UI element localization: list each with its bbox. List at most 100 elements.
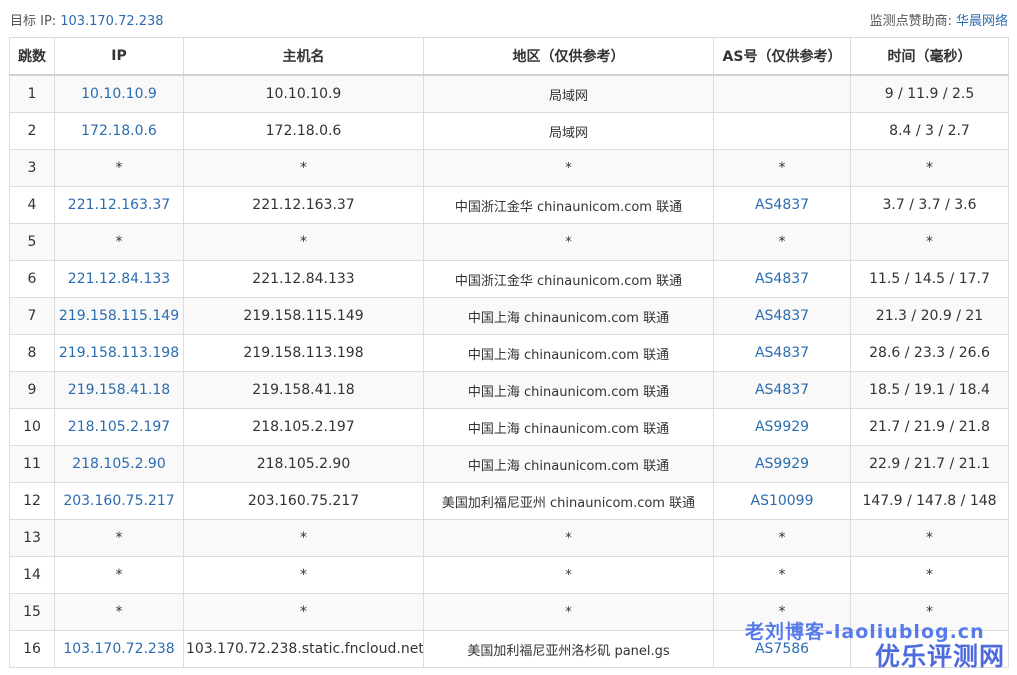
column-header-hop: 跳数 — [9, 37, 55, 76]
ip-cell: 10.10.10.9 — [54, 74, 184, 113]
table-row: 2 172.18.0.6 172.18.0.6 局域网 8.4 / 3 / 2.7 — [9, 112, 1009, 150]
table-row: 8 219.158.113.198 219.158.113.198 中国上海 chin… — [9, 334, 1009, 372]
time-cell: * — [850, 223, 1009, 261]
table-row: 10 218.105.2.197 218.105.2.197 中国上海 chinaun… — [9, 408, 1009, 446]
ip-link[interactable]: 221.12.163.37 — [68, 197, 170, 213]
table-header-row: 跳数 IP 主机名 地区（仅供参考） AS号（仅供参考） 时间（毫秒） — [9, 37, 1009, 76]
ip-cell: * — [54, 593, 184, 631]
time-cell: 21.3 / 20.9 / 21 — [850, 297, 1009, 335]
ip-link[interactable]: 10.10.10.9 — [81, 86, 157, 102]
region-cell: 美国加利福尼亚州 chinaunicom.com 联通 — [423, 482, 714, 520]
ip-cell: 203.160.75.217 — [54, 482, 184, 520]
time-cell: 28.6 / 23.3 / 26.6 — [850, 334, 1009, 372]
time-cell: * — [850, 149, 1009, 187]
region-cell: 中国浙江金华 chinaunicom.com 联通 — [423, 186, 714, 224]
ip-link[interactable]: 219.158.41.18 — [68, 382, 170, 398]
as-cell: AS4837 — [713, 186, 851, 224]
region-cell: 美国加利福尼亚州洛杉矶 panel.gs — [423, 630, 714, 668]
as-cell: AS4837 — [713, 297, 851, 335]
hostname-cell: 218.105.2.90 — [183, 445, 424, 483]
sponsor-label: 监测点赞助商: — [869, 13, 952, 29]
as-cell: * — [713, 519, 851, 557]
region-cell: * — [423, 149, 714, 187]
ip-link[interactable]: 219.158.115.149 — [59, 308, 179, 324]
hostname-cell: * — [183, 223, 424, 261]
hostname-cell: 219.158.113.198 — [183, 334, 424, 372]
as-cell — [713, 74, 851, 113]
hop-cell: 11 — [9, 445, 55, 483]
as-cell: * — [713, 149, 851, 187]
hostname-cell: 172.18.0.6 — [183, 112, 424, 150]
hostname-cell: * — [183, 519, 424, 557]
ip-link[interactable]: 218.105.2.90 — [72, 456, 166, 472]
sponsor-info: 监测点赞助商: 华晨网络 — [870, 10, 1008, 29]
hop-cell: 12 — [9, 482, 55, 520]
hop-cell: 13 — [9, 519, 55, 557]
as-link[interactable]: AS9929 — [755, 456, 809, 472]
as-link[interactable]: AS4837 — [755, 271, 809, 287]
hostname-cell: * — [183, 149, 424, 187]
hop-cell: 5 — [9, 223, 55, 261]
ip-link[interactable]: 221.12.84.133 — [68, 271, 170, 287]
ip-cell: * — [54, 149, 184, 187]
as-cell: * — [713, 223, 851, 261]
as-link[interactable]: AS4837 — [755, 308, 809, 324]
time-cell: * — [850, 556, 1009, 594]
as-link[interactable]: AS7586 — [755, 641, 809, 657]
column-header-ip: IP — [54, 37, 184, 76]
target-ip-label: 目标 IP: — [10, 13, 57, 29]
ip-cell: 103.170.72.238 — [54, 630, 184, 668]
as-cell: AS9929 — [713, 445, 851, 483]
table-row: 12 203.160.75.217 203.160.75.217 美国加利福尼亚州 c… — [9, 482, 1009, 520]
as-cell: AS4837 — [713, 371, 851, 409]
as-link[interactable]: AS4837 — [755, 382, 809, 398]
table-row: 14 * * * * * — [9, 556, 1009, 594]
hostname-cell: 221.12.84.133 — [183, 260, 424, 298]
hostname-cell: 10.10.10.9 — [183, 74, 424, 113]
table-row: 4 221.12.163.37 221.12.163.37 中国浙江金华 chinau… — [9, 186, 1009, 224]
traceroute-table: 跳数 IP 主机名 地区（仅供参考） AS号（仅供参考） 时间（毫秒） 1 10.… — [9, 37, 1009, 668]
hop-cell: 6 — [9, 260, 55, 298]
as-cell: * — [713, 556, 851, 594]
time-cell: 21.7 / 21.9 / 21.8 — [850, 408, 1009, 446]
column-header-as: AS号（仅供参考） — [713, 37, 851, 76]
ip-cell: 172.18.0.6 — [54, 112, 184, 150]
time-cell: * — [850, 519, 1009, 557]
region-cell: 局域网 — [423, 74, 714, 113]
hostname-cell: 103.170.72.238.static.fncloud.net — [183, 630, 424, 668]
as-link[interactable]: AS4837 — [755, 197, 809, 213]
ip-link[interactable]: 218.105.2.197 — [68, 419, 170, 435]
ip-cell: 221.12.84.133 — [54, 260, 184, 298]
hostname-cell: 218.105.2.197 — [183, 408, 424, 446]
hop-cell: 14 — [9, 556, 55, 594]
hop-cell: 8 — [9, 334, 55, 372]
region-cell: * — [423, 593, 714, 631]
region-cell: 局域网 — [423, 112, 714, 150]
as-cell: AS7586 — [713, 630, 851, 668]
hostname-cell: 219.158.115.149 — [183, 297, 424, 335]
table-row: 9 219.158.41.18 219.158.41.18 中国上海 chinauni… — [9, 371, 1009, 409]
as-link[interactable]: AS9929 — [755, 419, 809, 435]
time-cell: 3.7 / 3.7 / 3.6 — [850, 186, 1009, 224]
ip-link[interactable]: 172.18.0.6 — [81, 123, 157, 139]
region-cell: 中国上海 chinaunicom.com 联通 — [423, 334, 714, 372]
ip-cell: 218.105.2.197 — [54, 408, 184, 446]
time-cell: 8.4 / 3 / 2.7 — [850, 112, 1009, 150]
column-header-hostname: 主机名 — [183, 37, 424, 76]
ip-link[interactable]: 203.160.75.217 — [63, 493, 174, 509]
target-info: 目标 IP: 103.170.72.238 — [10, 10, 164, 29]
ip-cell: 221.12.163.37 — [54, 186, 184, 224]
time-cell: 22.9 / 21.7 / 21.1 — [850, 445, 1009, 483]
ip-link[interactable]: 219.158.113.198 — [59, 345, 179, 361]
as-cell: AS4837 — [713, 260, 851, 298]
target-ip-value: 103.170.72.238 — [60, 13, 164, 29]
time-cell: 11.5 / 14.5 / 17.7 — [850, 260, 1009, 298]
table-row: 13 * * * * * — [9, 519, 1009, 557]
ip-link[interactable]: 103.170.72.238 — [63, 641, 174, 657]
as-link[interactable]: AS10099 — [751, 493, 814, 509]
sponsor-link[interactable]: 华晨网络 — [956, 14, 1008, 29]
table-row: 3 * * * * * — [9, 149, 1009, 187]
hop-cell: 10 — [9, 408, 55, 446]
as-link[interactable]: AS4837 — [755, 345, 809, 361]
hop-cell: 15 — [9, 593, 55, 631]
